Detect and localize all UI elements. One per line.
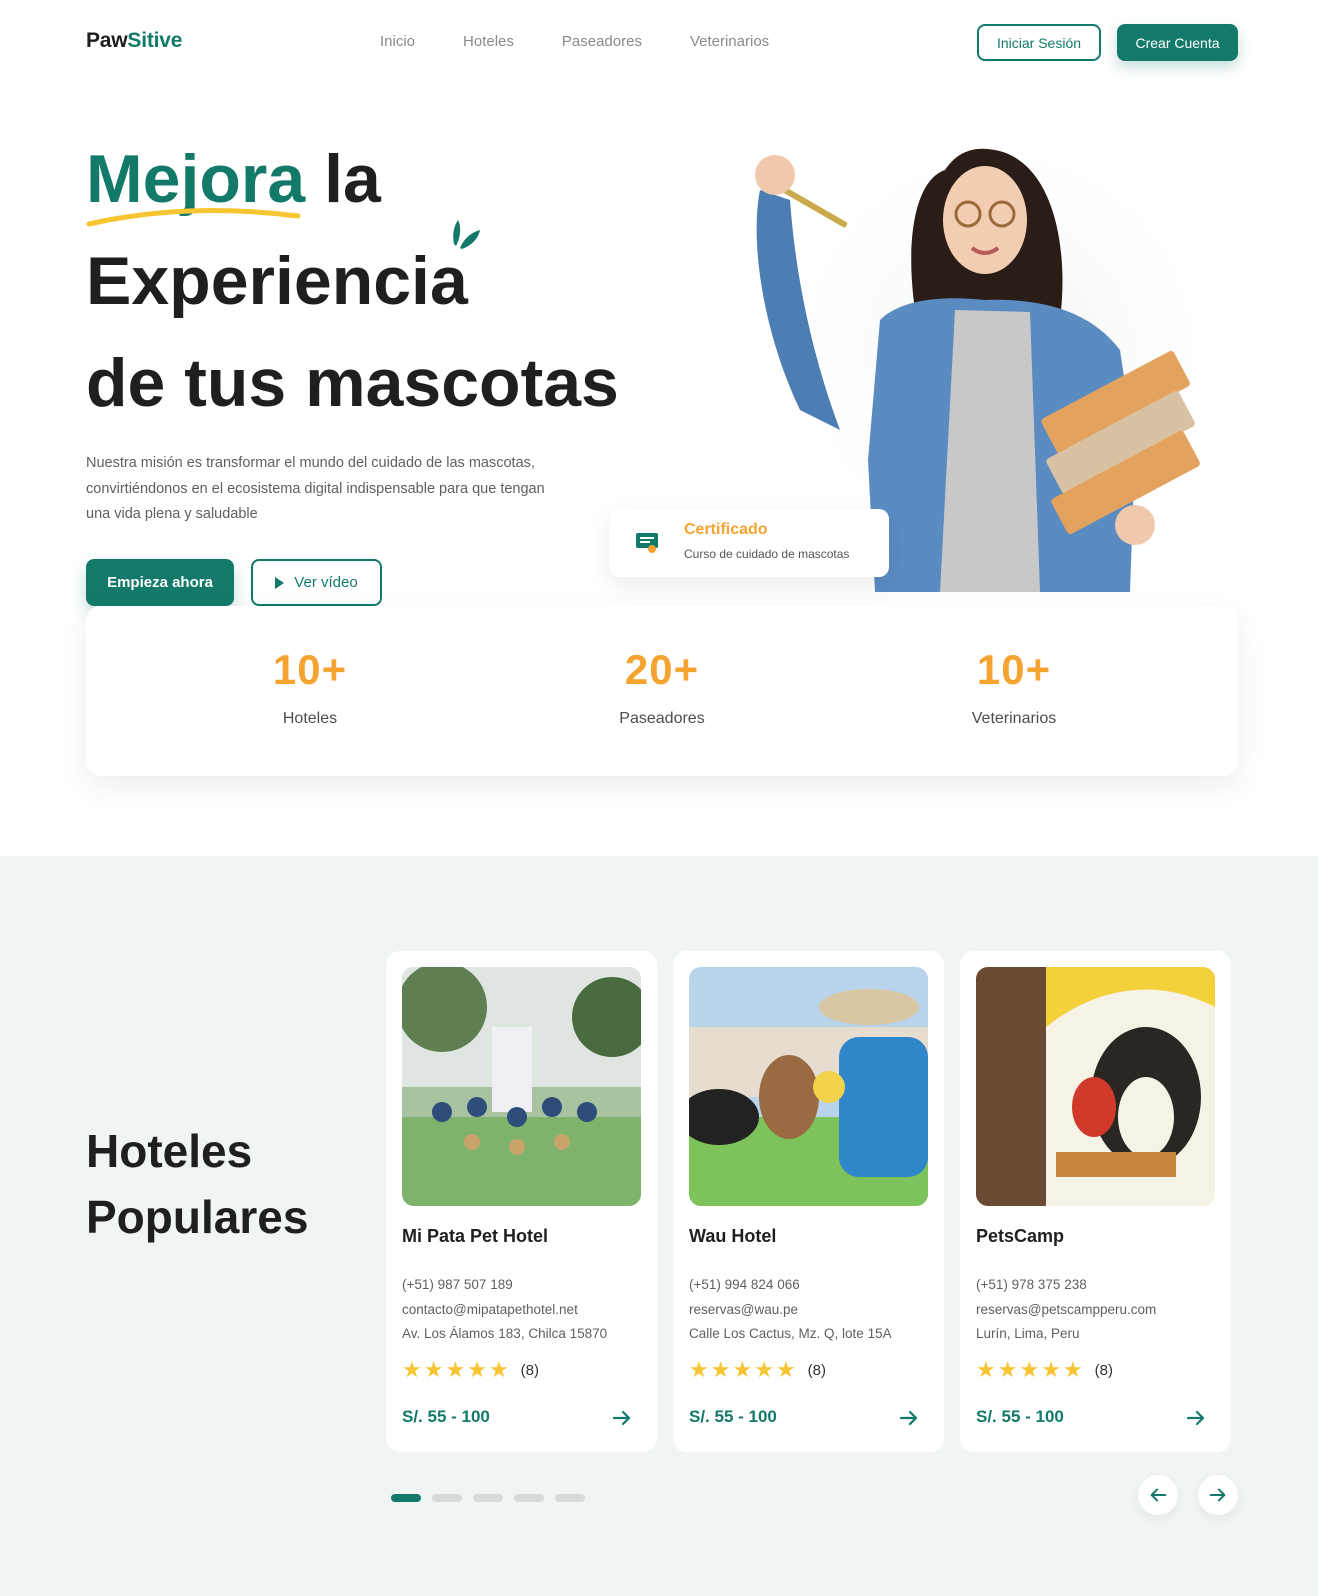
star-icon: ★ [488,1357,509,1382]
hotel-contact: (+51) 994 824 066 reservas@wau.pe Calle … [689,1273,892,1347]
review-count: (8) [520,1361,540,1379]
arrow-right-icon[interactable] [611,1407,633,1429]
hotel-card[interactable]: Wau Hotel (+51) 994 824 066 reservas@wau… [673,951,944,1452]
star-icon: ★ [997,1357,1018,1382]
title-underline-decoration [86,208,301,227]
hotel-phone: (+51) 987 507 189 [402,1277,513,1292]
logo[interactable]: PawSitive [86,29,182,53]
hero-title-rest: la [305,141,381,217]
certificate-icon [627,523,667,563]
certificate-subtitle: Curso de cuidado de mascotas [684,547,850,561]
nav-link-inicio[interactable]: Inicio [380,33,415,50]
arrow-right-icon [1209,1488,1226,1502]
hero-title-line2: Experiencia [86,243,468,319]
nav-link-veterinarios[interactable]: Veterinarios [690,33,769,50]
carousel-pagination [391,1494,585,1502]
star-icon: ★ [1041,1357,1061,1382]
star-icon: ★ [1019,1357,1040,1382]
hotel-phone: (+51) 994 824 066 [689,1277,800,1292]
arrow-right-icon[interactable] [898,1407,920,1429]
arrow-right-icon[interactable] [1185,1407,1207,1429]
review-count: (8) [807,1361,827,1379]
stat-value: 10+ [976,646,1052,693]
hotel-contact: (+51) 978 375 238 reservas@petscampperu.… [976,1273,1156,1347]
stat-value: 10+ [272,646,348,693]
star-icon: ★ [423,1357,444,1382]
signup-button[interactable]: Crear Cuenta [1117,24,1238,61]
star-icon: ★ [754,1357,774,1382]
star-icon: ★ [467,1357,487,1382]
login-button[interactable]: Iniciar Sesión [977,24,1101,61]
stat-hoteles: 10+ Hoteles [210,646,410,728]
nav-link-paseadores[interactable]: Paseadores [562,33,642,50]
carousel-prev-button[interactable] [1138,1475,1178,1515]
stat-veterinarios: 10+ Veterinarios [914,646,1114,728]
hotel-photo [976,967,1215,1206]
star-icon: ★ [976,1357,996,1382]
logo-part-sitive: Sitive [127,29,183,52]
star-icon: ★ [710,1357,731,1382]
hotel-name: PetsCamp [976,1226,1065,1246]
hotel-email: contacto@mipatapethotel.net [402,1301,578,1317]
hotel-price: S/. 55 - 100 [689,1407,777,1426]
popular-hotels-section: Hoteles Populares Mi Pata Pet Hotel (+51… [0,856,1318,1596]
nav-link-hoteles[interactable]: Hoteles [463,33,514,50]
section-title-line1: Hoteles [86,1125,253,1177]
nav-links: Inicio Hoteles Paseadores Veterinarios [380,33,817,50]
stat-label: Paseadores [619,710,705,727]
stat-label: Veterinarios [971,710,1057,727]
hotel-photo [689,967,928,1206]
review-count: (8) [1094,1361,1114,1379]
top-navbar: PawSitive Inicio Hoteles Paseadores Vete… [0,0,1318,86]
star-icon: ★ [732,1357,753,1382]
play-icon [275,576,285,589]
stat-paseadores: 20+ Paseadores [562,646,762,728]
leaf-decoration-icon [453,220,480,249]
hotel-phone: (+51) 978 375 238 [976,1277,1087,1292]
arrow-left-icon [1150,1488,1167,1502]
hotel-card[interactable]: Mi Pata Pet Hotel (+51) 987 507 189 cont… [386,951,657,1452]
hero-title-line3: de tus mascotas [86,345,619,421]
carousel-dot[interactable] [555,1494,585,1502]
hotel-address: Av. Los Álamos 183, Chilca 15870 [402,1326,608,1341]
section-title: Hoteles Populares [86,1118,308,1250]
hotel-email: reservas@petscampperu.com [976,1301,1157,1317]
hotel-contact: (+51) 987 507 189 contacto@mipatapethote… [402,1273,607,1347]
star-icon: ★ [445,1357,466,1382]
hotel-email: reservas@wau.pe [689,1301,799,1317]
rating-stars: ★ ★ ★ ★ ★ (8) [402,1359,539,1381]
stats-panel: 10+ Hoteles 20+ Paseadores 10+ Veterinar… [86,606,1238,776]
certificate-badge: Certificado Curso de cuidado de mascotas [609,509,889,577]
rating-stars: ★ ★ ★ ★ ★ (8) [689,1359,826,1381]
hotel-name: Mi Pata Pet Hotel [402,1226,549,1246]
star-icon: ★ [1062,1357,1083,1382]
carousel-dot[interactable] [473,1494,503,1502]
hotel-photo [402,967,641,1206]
star-icon: ★ [775,1357,796,1382]
hotel-price: S/. 55 - 100 [976,1407,1064,1426]
hero-description: Nuestra misión es transformar el mundo d… [86,455,545,522]
rating-stars: ★ ★ ★ ★ ★ (8) [976,1359,1113,1381]
certificate-title: Certificado [684,521,768,538]
carousel-dot[interactable] [432,1494,462,1502]
hero-title: Mejora la Experiencia de tus mascotas [86,128,619,434]
hotel-address: Lurín, Lima, Peru [976,1326,1080,1341]
carousel-dot[interactable] [391,1494,421,1502]
stat-label: Hoteles [282,710,338,727]
logo-part-paw: Paw [86,29,128,52]
hotel-price: S/. 55 - 100 [402,1407,490,1426]
star-icon: ★ [689,1357,709,1382]
carousel-next-button[interactable] [1198,1475,1238,1515]
start-now-button[interactable]: Empieza ahora [86,559,234,606]
star-icon: ★ [402,1357,422,1382]
section-title-line2: Populares [86,1191,309,1243]
hotel-address: Calle Los Cactus, Mz. Q, lote 15A [689,1326,892,1341]
stat-value: 20+ [624,646,700,693]
hotel-name: Wau Hotel [689,1226,777,1246]
watch-video-label: Ver vídeo [294,574,358,591]
carousel-dot[interactable] [514,1494,544,1502]
hotel-card[interactable]: PetsCamp (+51) 978 375 238 reservas@pets… [960,951,1231,1452]
watch-video-button[interactable]: Ver vídeo [251,559,382,606]
